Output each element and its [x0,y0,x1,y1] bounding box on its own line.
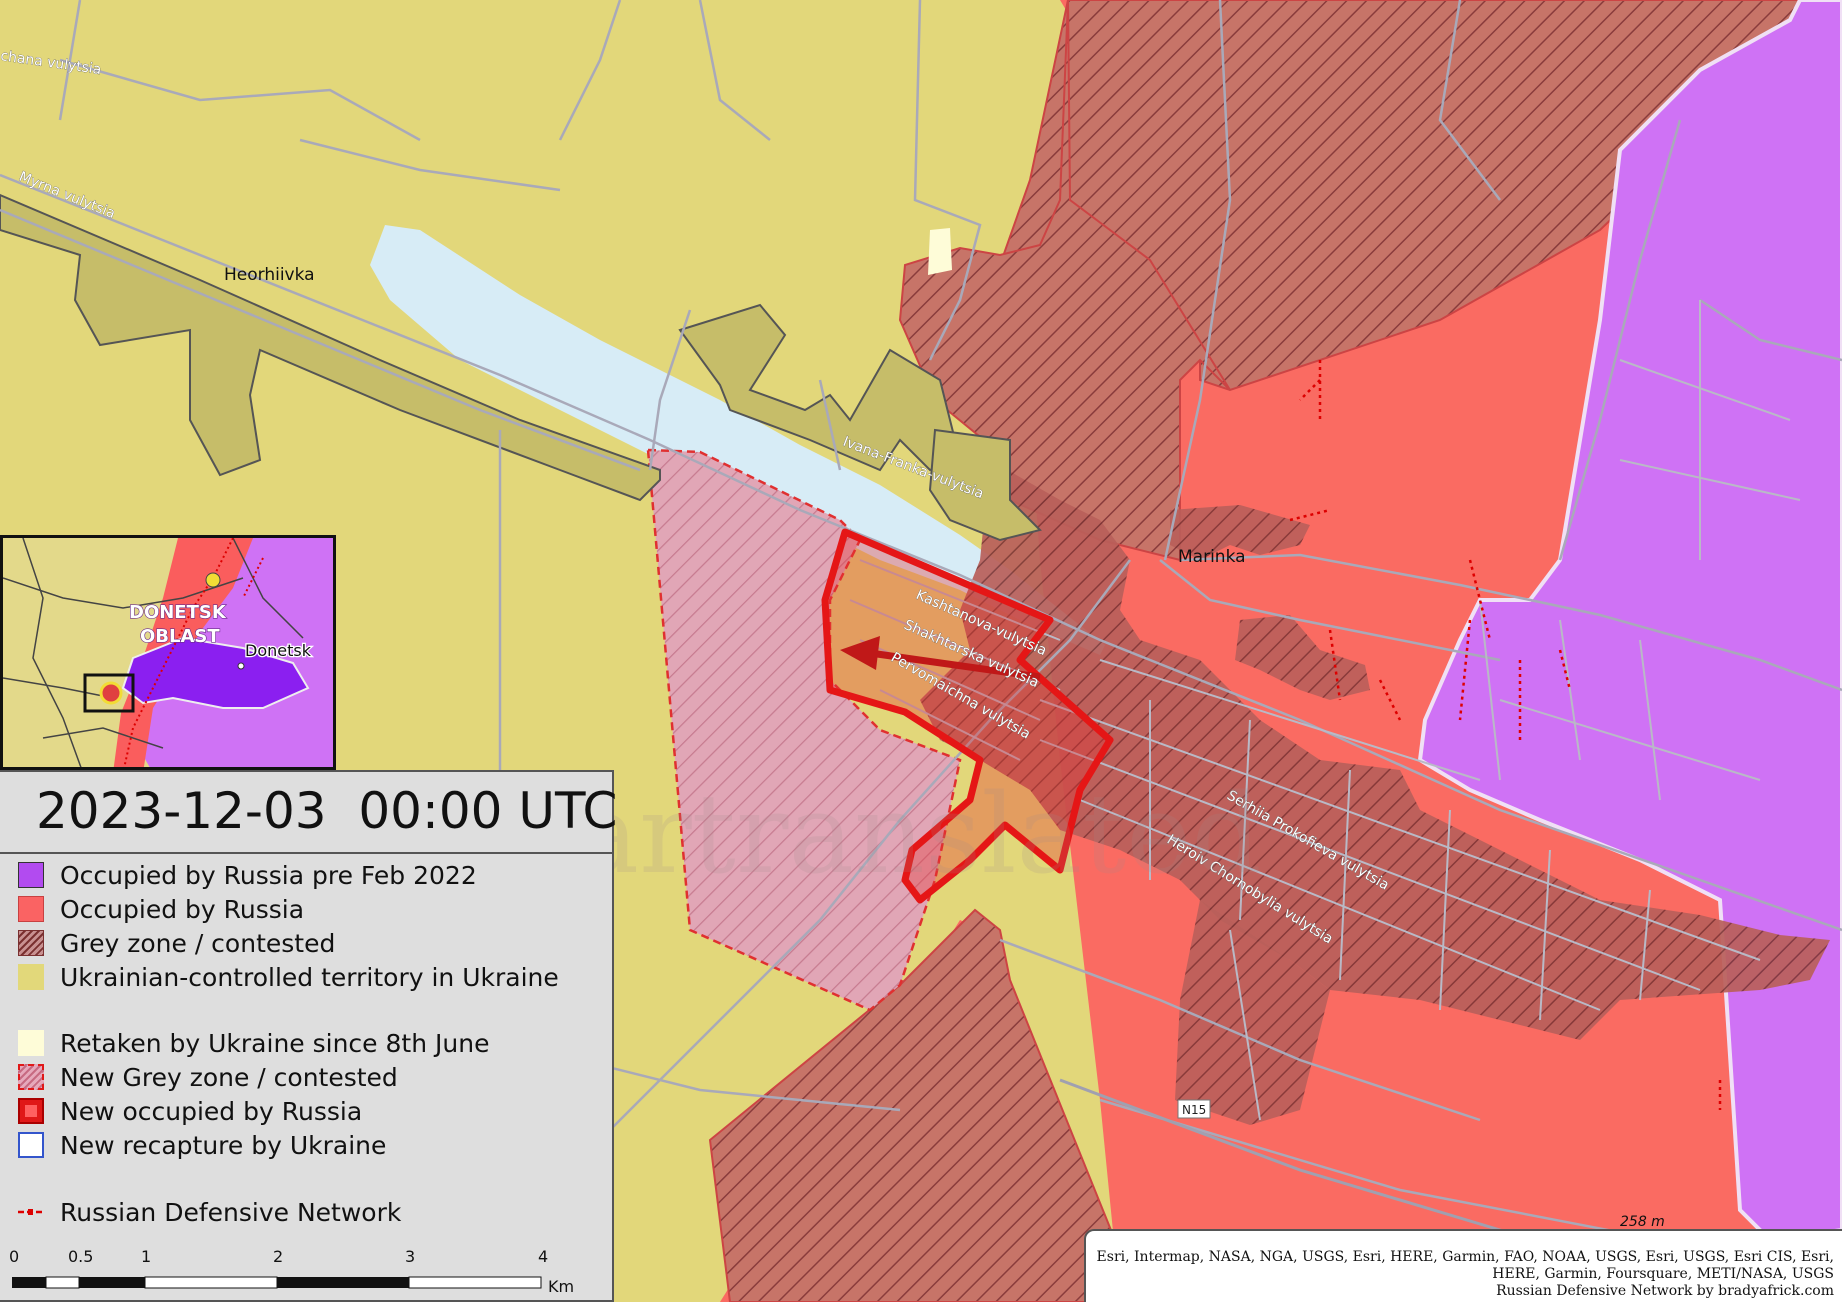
inset-city-label: Donetsk [245,641,312,660]
scale-tick-label: 2 [273,1247,284,1266]
legend-item-occupied-pre2022: Occupied by Russia pre Feb 2022 [18,860,477,890]
legend-label: Occupied by Russia [60,894,305,924]
inset-map[interactable]: DONETSK OBLAST Donetsk [0,535,336,770]
legend-swatch-purple [18,862,44,888]
scale-tick-label: 1 [141,1247,152,1266]
attribution-panel: Esri, Intermap, NASA, NGA, USGS, Esri, H… [1084,1229,1842,1302]
attribution-line: Esri, Intermap, NASA, NGA, USGS, Esri, H… [1096,1249,1834,1265]
inset-oblast-label-2: OBLAST [140,626,220,647]
inset-oblast-label-1: DONETSK [129,602,227,623]
scale-tick-label: 4 [538,1247,549,1266]
retaken-area [928,228,952,275]
legend-item-new-occupied: New occupied by Russia [18,1096,362,1126]
legend-label: Ukrainian-controlled territory in Ukrain… [60,962,559,992]
legend-swatch-hatched [18,930,44,956]
legend-swatch-red-outline [18,1098,44,1124]
legend-swatch-red [18,896,44,922]
legend-item-occupied: Occupied by Russia [18,894,304,924]
scale-tick-label: 3 [405,1247,416,1266]
legend-label: Grey zone / contested [60,928,336,958]
legend-item-ukraine: Ukrainian-controlled territory in Ukrain… [18,962,559,992]
legend-divider [0,852,614,854]
legend-label: Russian Defensive Network [60,1197,402,1227]
place-label-heorhiivka: Heorhiivka [224,265,315,285]
legend-item-defensive-network: Russian Defensive Network [18,1197,401,1227]
legend-swatch-dashed-line [18,1209,44,1215]
legend-swatch-white-blue [18,1132,44,1158]
scale-unit: Km [548,1277,575,1296]
attribution-line: Russian Defensive Network by bradyafrick… [1496,1283,1834,1299]
scale-bar-graphic [12,1276,542,1289]
scale-tick-label: 0.5 [68,1247,94,1266]
road-badge-n15-label: N15 [1182,1103,1206,1117]
attribution-line: HERE, Garmin, Foursquare, METI/NASA, USG… [1492,1266,1834,1282]
legend-item-new-grey: New Grey zone / contested [18,1062,398,1092]
legend-swatch-yellow [18,964,44,990]
legend-label: New occupied by Russia [60,1096,363,1126]
scale-bar: 0 0.5 1 2 3 4 Km [0,1245,614,1302]
legend-label: New recapture by Ukraine [60,1130,387,1160]
legend-item-recapture: New recapture by Ukraine [18,1130,386,1160]
legend-item-retaken: Retaken by Ukraine since 8th June [18,1028,489,1058]
legend-swatch-pale [18,1030,44,1056]
legend-label: Occupied by Russia pre Feb 2022 [60,860,477,890]
legend-label: Retaken by Ukraine since 8th June [60,1028,490,1058]
scale-tick-label: 0 [9,1247,20,1266]
inset-city-dot [237,662,245,670]
legend-swatch-dashed [18,1064,44,1090]
legend-item-grey-zone: Grey zone / contested [18,928,335,958]
legend-label: New Grey zone / contested [60,1062,398,1092]
legend-panel: 2023-12-03 00:00 UTC Occupied by Russia … [0,770,618,1302]
legend-datetime: 2023-12-03 00:00 UTC [36,782,618,840]
elevation-label: 258 m [1620,1214,1665,1230]
place-label-marinka: Marinka [1178,547,1246,567]
inset-yellow-dot [205,572,221,588]
